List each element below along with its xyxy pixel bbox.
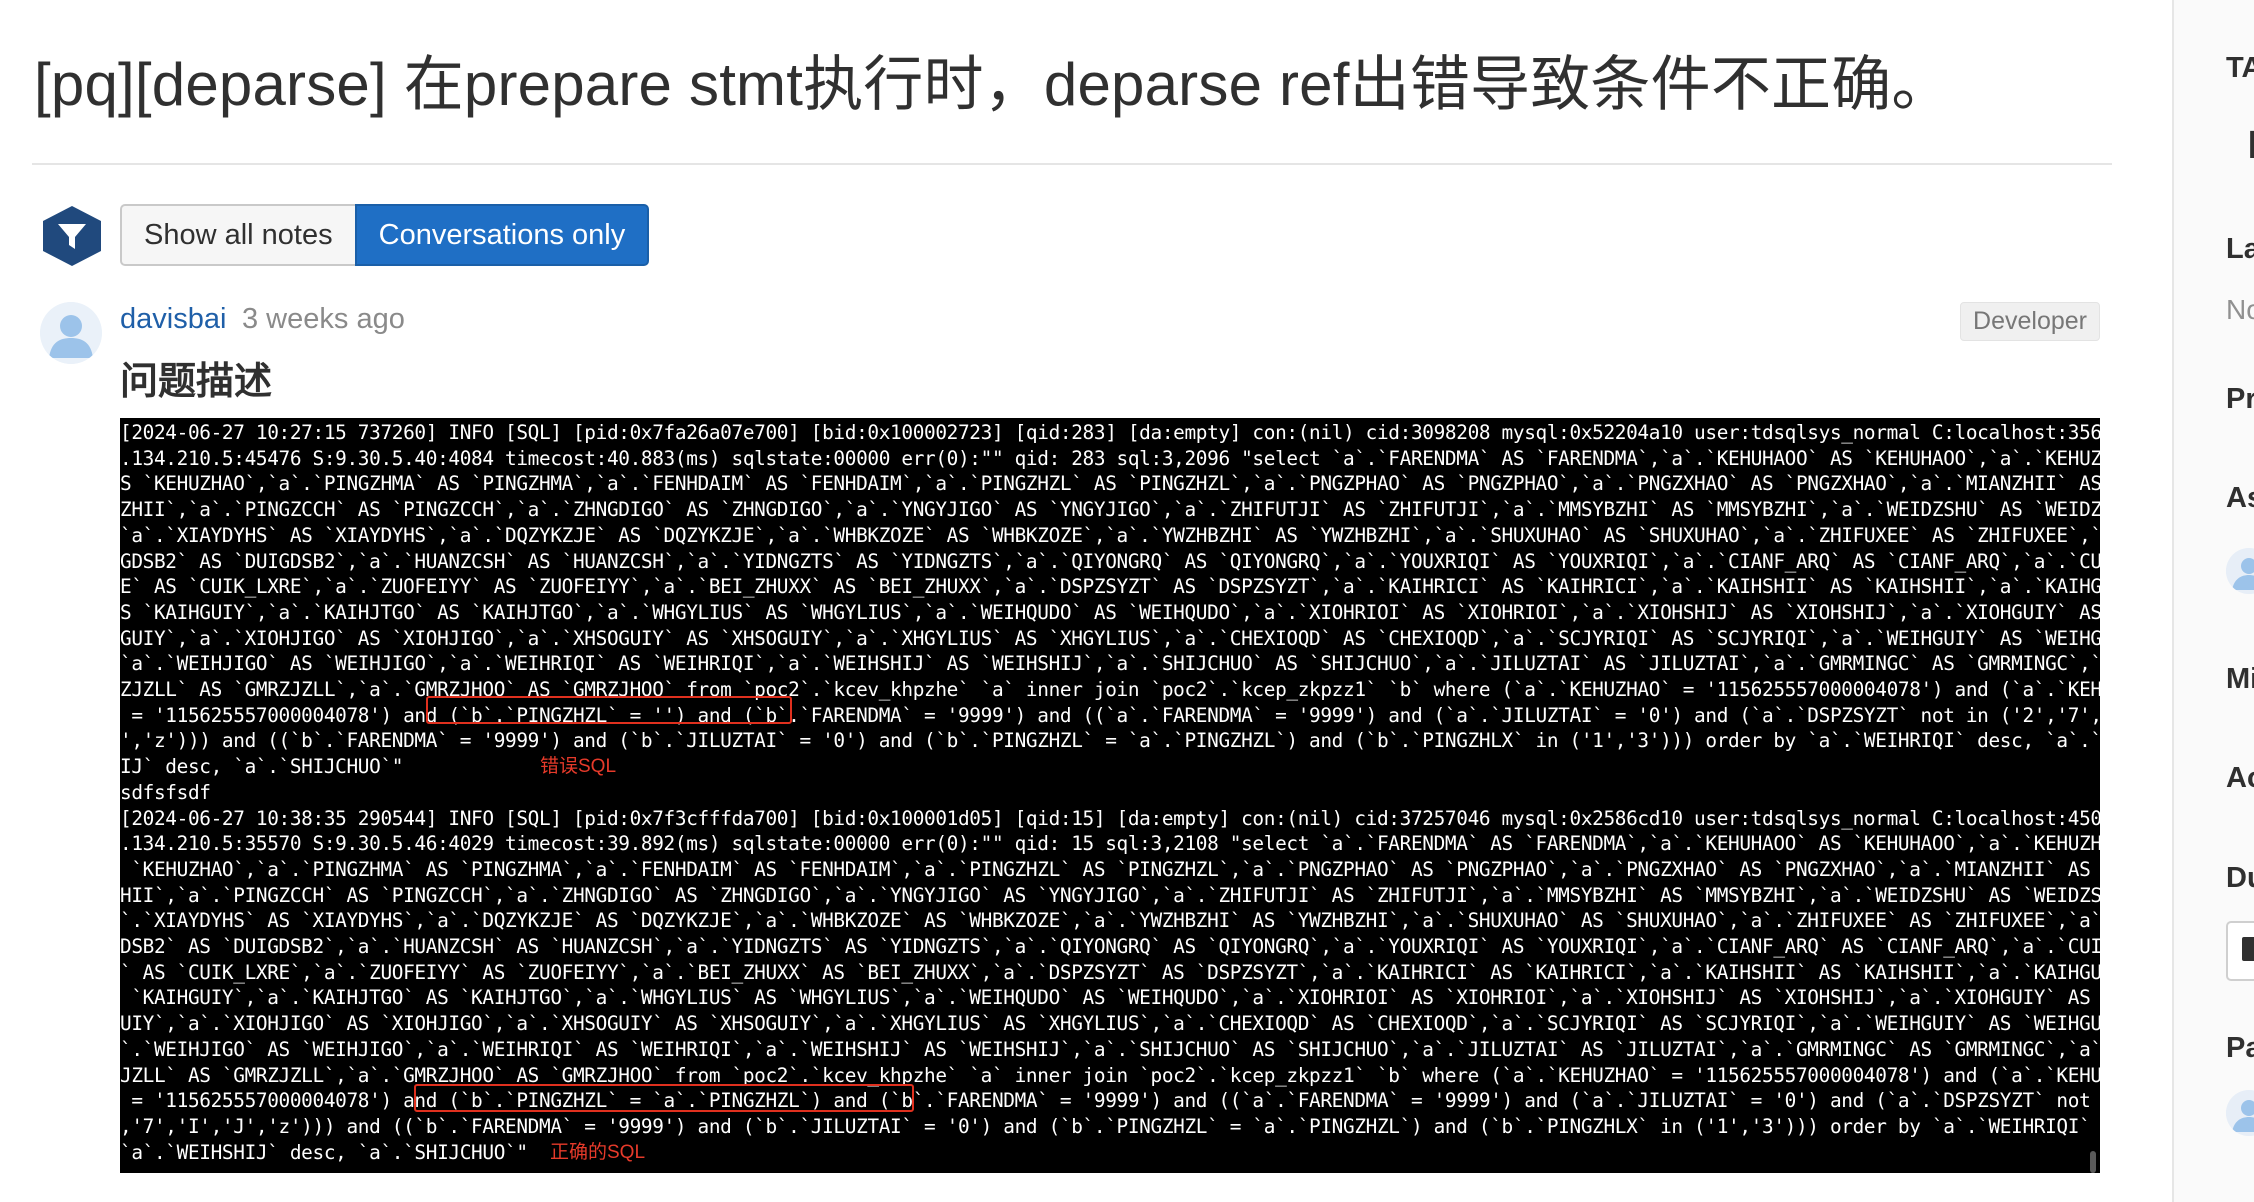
sidebar-due[interactable]: Du (2226, 862, 2254, 895)
log-line: `KAIHGUIY`,`a`.`KAIHJTGO` AS `KAIHJTGO`,… (120, 986, 2100, 1010)
calendar-icon[interactable] (2226, 921, 2254, 981)
log-scrollbar[interactable] (2090, 1151, 2096, 1173)
sidebar-bracket: 【 (2232, 124, 2254, 164)
show-all-notes-button[interactable]: Show all notes (120, 204, 355, 266)
log-line: [2024-06-27 10:38:35 290544] INFO [SQL] … (120, 806, 2100, 830)
log-line: `a`.`WEIHJIGO` AS `WEIHJIGO`,`a`.`WEIHRI… (120, 652, 2100, 676)
log-line: ,'7','I','J','z'))) and ((`b`.`FARENDMA`… (120, 1114, 2100, 1138)
assignee-avatar[interactable] (2226, 548, 2254, 594)
conversations-only-button[interactable]: Conversations only (354, 204, 650, 266)
note-heading: 问题描述 (120, 361, 273, 403)
log-line: HII`,`a`.`PINGZCCH` AS `PINGZCCH`,`a`.`Z… (120, 883, 2100, 907)
log-line: DSB2` AS `DUIGDSB2`,`a`.`HUANZCSH` AS `H… (120, 935, 2100, 958)
issue-title: [pq][deparse] 在prepare stmt执行时，deparse r… (34, 51, 1952, 118)
log-line: = '115625557000004078') and (`b`.`PINGZH… (120, 703, 2100, 727)
sidebar-labels-value: No (2226, 294, 2254, 325)
correct-sql-label: 正确的SQL (550, 1142, 646, 1163)
log-line: ','z'))) and ((`b`.`FARENDMA` = '9999') … (120, 729, 2100, 753)
title-divider (32, 163, 2112, 165)
filter-icon (40, 204, 104, 268)
log-line: [2024-06-27 10:27:15 737260] INFO [SQL] … (120, 421, 2100, 444)
log-line: GUIY`,`a`.`XIOHJIGO` AS `XIOHJIGO`,`a`.`… (120, 626, 2100, 650)
note-author[interactable]: davisbai (120, 303, 226, 336)
log-line: E` AS `CUIK_LXRE`,`a`.`ZUOFEIYY` AS `ZUO… (120, 575, 2100, 599)
log-line: GDSB2` AS `DUIGDSB2`,`a`.`HUANZCSH` AS `… (120, 549, 2100, 573)
role-badge: Developer (1960, 302, 2100, 341)
correct-sql-highlight (414, 1084, 914, 1112)
log-line: `a`.`WEIHSHIJ` desc, `a`.`SHIJCHUO`" (120, 1140, 528, 1164)
log-line: .134.210.5:35570 S:9.30.5.46:4029 timeco… (120, 832, 2100, 856)
log-line: `.`XIAYDYHS` AS `XIAYDYHS`,`a`.`DQZYKZJE… (120, 909, 2100, 933)
avatar[interactable] (40, 302, 102, 364)
notes-filter-toggle: Show all notes Conversations only (120, 204, 650, 266)
sidebar-priority[interactable]: Pr (2226, 383, 2254, 416)
issue-main: [pq][deparse] 在prepare stmt执行时，deparse r… (0, 0, 2140, 1202)
log-line: S `KEHUZHAO`,`a`.`PINGZHMA` AS `PINGZHMA… (120, 472, 2100, 496)
log-line: .134.210.5:45476 S:9.30.5.40:4084 timeco… (120, 446, 2100, 470)
log-line: UIY`,`a`.`XIOHJIGO` AS `XIOHJIGO`,`a`.`X… (120, 1012, 2100, 1036)
sidebar-labels[interactable]: La (2226, 233, 2254, 266)
wrong-sql-label: 错误SQL (540, 756, 617, 777)
log-line: `a`.`XIAYDYHS` AS `XIAYDYHS`,`a`.`DQZYKZ… (120, 523, 2100, 547)
sidebar-participants[interactable]: Pa (2226, 1032, 2254, 1065)
sidebar-assignee[interactable]: As (2226, 482, 2254, 515)
note-timestamp[interactable]: 3 weeks ago (242, 303, 405, 336)
participant-avatar[interactable] (2226, 1090, 2254, 1136)
sidebar-todo[interactable]: TA (2226, 52, 2254, 85)
right-sidebar: TA 【 La No Pr As Mi Ac Du Pa (2172, 0, 2254, 1202)
sidebar-activity[interactable]: Ac (2226, 762, 2254, 795)
wrong-sql-highlight (426, 696, 792, 724)
log-line: sdfsfsdf (120, 780, 211, 804)
log-line: S `KAIHGUIY`,`a`.`KAIHJTGO` AS `KAIHJTGO… (120, 600, 2100, 624)
log-line: ZJZLL` AS `GMRZJZLL`,`a`.`GMRZJHOO` AS `… (120, 678, 2100, 701)
log-line: IJ` desc, `a`.`SHIJCHUO`" (120, 755, 404, 779)
log-line: ` AS `CUIK_LXRE`,`a`.`ZUOFEIYY` AS `ZUOF… (120, 960, 2100, 984)
sidebar-milestone[interactable]: Mi (2226, 663, 2254, 696)
log-line: `KEHUZHAO`,`a`.`PINGZHMA` AS `PINGZHMA`,… (120, 857, 2100, 881)
log-line: ZHII`,`a`.`PINGZCCH` AS `PINGZCCH`,`a`.`… (120, 498, 2100, 522)
log-screenshot: [2024-06-27 10:27:15 737260] INFO [SQL] … (120, 418, 2100, 1173)
log-line: `.`WEIHJIGO` AS `WEIHJIGO`,`a`.`WEIHRIQI… (120, 1037, 2100, 1061)
